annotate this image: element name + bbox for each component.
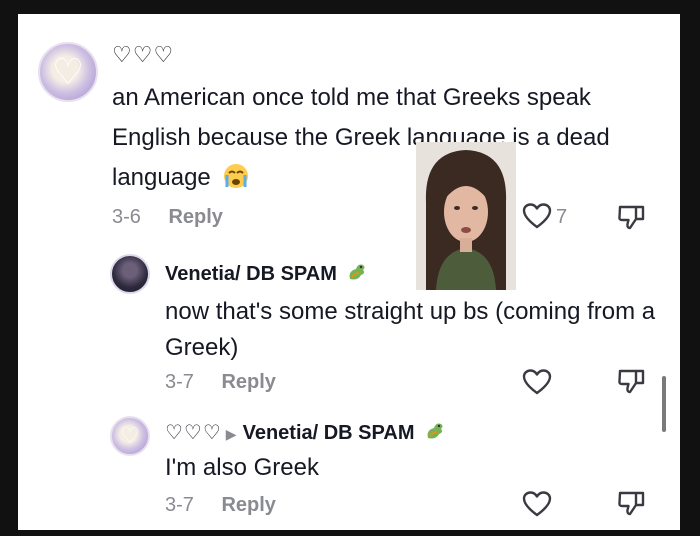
reply-button[interactable]: Reply (221, 494, 275, 516)
dragon-icon (350, 264, 365, 280)
reply-username-text: Venetia/ DB SPAM (165, 263, 337, 285)
person-image (416, 142, 516, 290)
dislike-icon[interactable] (616, 488, 646, 518)
reply-date: 3-7 (165, 371, 194, 393)
comment-body: an American once told me that Greeks spe… (112, 84, 610, 191)
reply-button[interactable]: Reply (221, 371, 275, 393)
reply-to-username[interactable]: Venetia/ DB SPAM (243, 422, 415, 444)
avatar[interactable]: ♡ (38, 42, 98, 102)
comment-date: 3-6 (112, 206, 141, 228)
reply-username[interactable]: ♡♡♡ ▶ Venetia/ DB SPAM (165, 420, 446, 445)
reply-username-text: ♡♡♡ (165, 422, 222, 444)
reply-meta: 3-7 Reply (165, 371, 276, 394)
comment-text: an American once told me that Greeks spe… (112, 78, 642, 198)
comments-panel: ♡ ♡♡♡ an American once told me that Gree… (18, 14, 680, 530)
reply-meta: 3-7 Reply (165, 494, 276, 517)
video-creator-photo (416, 142, 516, 290)
reply-date: 3-7 (165, 494, 194, 516)
avatar[interactable] (110, 254, 150, 294)
loudly-crying-face-icon (224, 164, 249, 188)
reply-button[interactable]: Reply (168, 206, 222, 228)
like-heart-icon[interactable] (522, 202, 552, 230)
heart-frame-icon: ♡ (51, 51, 85, 92)
like-heart-icon[interactable] (522, 490, 552, 518)
heart-frame-icon: ♡ (120, 423, 140, 448)
scrollbar[interactable] (662, 376, 666, 432)
reply-username[interactable]: Venetia/ DB SPAM (165, 261, 368, 286)
dragon-icon (427, 423, 443, 439)
reply-text: now that's some straight up bs (coming f… (165, 298, 656, 361)
comment-meta: 3-6 Reply (112, 206, 223, 229)
caret-right-icon: ▶ (225, 426, 237, 442)
like-heart-icon[interactable] (522, 368, 552, 396)
dislike-icon[interactable] (616, 202, 646, 232)
dislike-icon[interactable] (616, 366, 646, 396)
comment-username[interactable]: ♡♡♡ (112, 42, 174, 68)
avatar[interactable]: ♡ (110, 416, 150, 456)
like-count: 7 (556, 206, 568, 228)
reply-text: I'm also Greek (165, 454, 319, 481)
